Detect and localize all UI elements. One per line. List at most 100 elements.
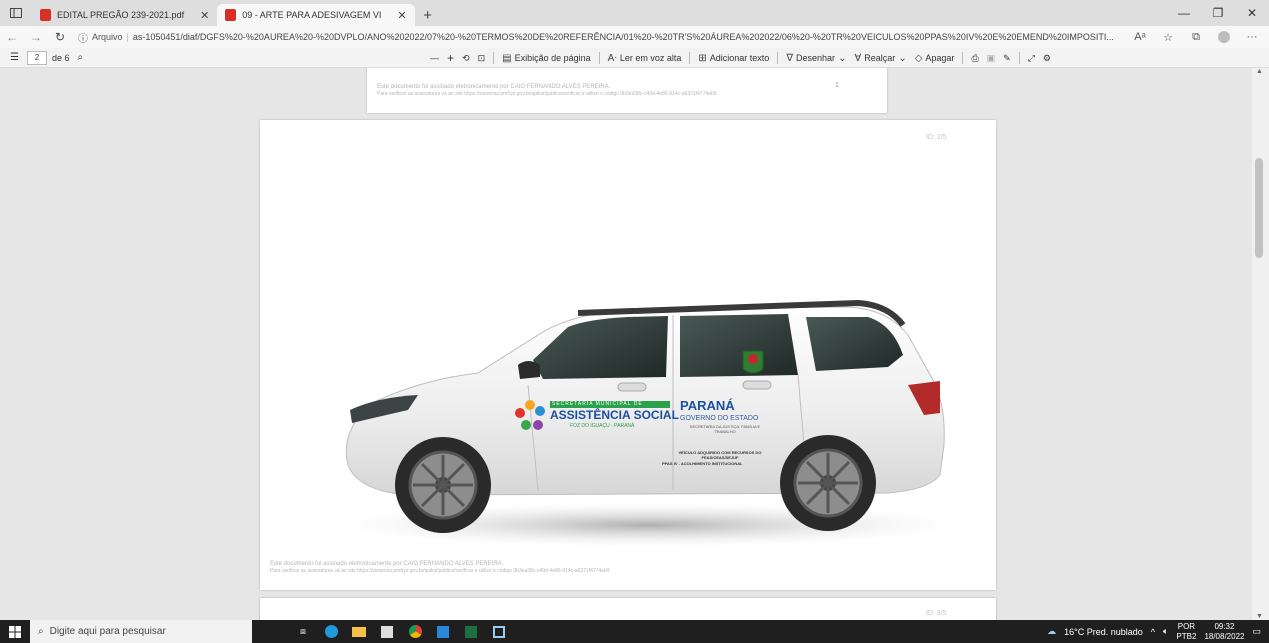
new-tab-button[interactable]: + [415, 4, 441, 26]
address-bar-row: ← → ↻ ⓘ Arquivo | as-1050451/diaf/DGFS%2… [0, 26, 1269, 48]
parana-coat-of-arms-icon [742, 350, 764, 374]
notifications-icon[interactable]: ▭ [1252, 626, 1261, 637]
windows-logo-icon [9, 625, 21, 638]
pdf-icon [40, 9, 51, 21]
read-aloud-label: Ler em voz alta [619, 53, 682, 63]
read-aloud-icon: Aᐧ [607, 52, 617, 64]
chrome-icon[interactable] [404, 620, 426, 643]
scrollbar-thumb[interactable] [1255, 158, 1263, 258]
vehicle-program-note: PPAS IV - ACOLHIMENTO INSTITUCIONAL [662, 461, 743, 466]
erase-button[interactable]: ◇ Apagar [915, 53, 955, 64]
zoom-in-button[interactable]: + [447, 51, 454, 65]
address-bar[interactable]: ⓘ Arquivo | as-1050451/diaf/DGFS%20-%20A… [72, 28, 1127, 46]
clock-date: 18/08/2022 [1204, 631, 1245, 641]
signature-verify: Para verificar as assinaturas vá ao site… [270, 568, 610, 574]
fullscreen-icon[interactable]: ⤢ [1028, 53, 1035, 64]
store-icon[interactable] [376, 620, 398, 643]
show-hidden-icons[interactable]: ^ [1151, 627, 1155, 637]
signature-line: Este documento foi assinado eletronicame… [377, 84, 611, 90]
draw-label: Desenhar [796, 53, 836, 63]
file-explorer-icon[interactable] [348, 620, 370, 643]
lang-primary: POR [1177, 621, 1196, 631]
tab-actions-icon [10, 8, 22, 18]
tab-title: EDITAL PREGÃO 239-2021.pdf [57, 10, 185, 20]
read-aloud-button[interactable]: Aᐧ Ler em voz alta [608, 53, 682, 64]
app-icon-window[interactable] [488, 620, 510, 643]
erase-label: Apagar [925, 53, 955, 63]
back-button[interactable]: ← [0, 26, 24, 48]
page-id: ID: 2/5 [926, 134, 947, 141]
vehicle-funding-note: VEÍCULO ADQUIRIDO COM RECURSOS DO FEAS/C… [678, 450, 762, 460]
close-tab-icon[interactable]: ✕ [397, 9, 406, 22]
save-icon[interactable]: ▣ [987, 53, 996, 64]
signature-verify: Para verificar as assinaturas vá ao site… [377, 91, 717, 97]
close-window-button[interactable]: ✕ [1235, 0, 1269, 26]
page-id: ID: 3/5 [926, 610, 947, 617]
task-view-icon[interactable]: ⧈ [292, 620, 314, 643]
zoom-out-button[interactable]: — [430, 53, 439, 63]
draw-icon: ∇ [786, 52, 794, 64]
clock-time: 09:32 [1214, 621, 1235, 631]
parana-gov: GOVERNO DO ESTADO [680, 415, 759, 422]
save-as-icon[interactable]: ✎ [1003, 53, 1011, 64]
parana-secretaria: SECRETARIA DA JUSTIÇA, FAMÍLIA E TRABALH… [689, 424, 761, 434]
highlight-label: Realçar [864, 53, 896, 63]
volume-icon[interactable]: 🔈︎ [1163, 626, 1168, 637]
scroll-up-icon[interactable]: ▲ [1256, 68, 1263, 75]
edge-browser-icon[interactable] [320, 620, 342, 643]
app-icon-blue[interactable] [432, 620, 454, 643]
print-icon[interactable]: ⎙ [971, 53, 978, 64]
more-menu-icon[interactable]: ··· [1239, 26, 1265, 48]
tab-edital[interactable]: EDITAL PREGÃO 239-2021.pdf ✕ [32, 4, 217, 26]
draw-button[interactable]: ∇ Desenhar ⌄ [786, 53, 846, 64]
highlight-button[interactable]: ∀ Realçar ⌄ [854, 53, 906, 64]
fit-page-icon[interactable]: ⊡ [478, 53, 486, 64]
page-previous: Este documento foi assinado eletronicame… [367, 68, 887, 113]
close-tab-icon[interactable]: ✕ [200, 9, 209, 22]
forward-button[interactable]: → [24, 26, 48, 48]
windows-taskbar: ⌕ Digite aqui para pesquisar ⧈ ☁ 16°C Pr… [0, 620, 1269, 643]
start-button[interactable] [0, 620, 30, 643]
tab-actions-button[interactable] [0, 0, 32, 26]
settings-gear-icon[interactable]: ⚙ [1043, 53, 1051, 64]
pdf-viewer[interactable]: Este documento foi assinado eletronicame… [0, 68, 1252, 620]
page-next: ID: 3/5 [260, 598, 996, 620]
favorite-icon[interactable]: ☆ [1155, 26, 1181, 48]
collections-icon[interactable]: ⧉ [1183, 26, 1209, 48]
weather-icon: ☁ [1047, 626, 1057, 636]
add-text-label: Adicionar texto [709, 53, 770, 63]
text-icon: ⊞ [698, 52, 707, 64]
refresh-button[interactable]: ↻ [48, 26, 72, 48]
parana-title: PARANÁ [680, 398, 735, 413]
page-total: de 6 [51, 52, 70, 63]
tab-title: 09 - ARTE PARA ADESIVAGEM VI [242, 10, 382, 20]
rotate-icon[interactable]: ⟲ [462, 53, 470, 64]
tab-bar: EDITAL PREGÃO 239-2021.pdf ✕ 09 - ARTE P… [0, 0, 1269, 26]
security-label: Arquivo [92, 32, 123, 42]
signature-line: Este documento foi assinado eletronicame… [270, 561, 504, 567]
assistencia-line1: SECRETARIA MUNICIPAL DE [552, 401, 643, 407]
search-icon[interactable]: ⌕ [78, 52, 84, 63]
tab-arte[interactable]: 09 - ARTE PARA ADESIVAGEM VI ✕ [217, 4, 415, 26]
eraser-icon: ◇ [914, 52, 923, 64]
page-view-button[interactable]: ▤ Exibição de página [502, 53, 591, 64]
profile-avatar[interactable] [1211, 26, 1237, 48]
page-number-input[interactable]: 2 [26, 50, 47, 65]
clock[interactable]: 09:32 18/08/2022 [1204, 622, 1244, 642]
minimize-button[interactable]: — [1167, 0, 1201, 26]
page-view-icon: ▤ [502, 52, 512, 64]
pdf-toolbar: ☰ 2 de 6 ⌕ — + ⟲ ⊡ ▤ Exibição de página A… [0, 48, 1269, 68]
info-icon: ⓘ [78, 33, 88, 45]
scroll-down-icon[interactable]: ▼ [1256, 613, 1263, 620]
excel-icon[interactable] [460, 620, 482, 643]
restore-button[interactable]: ❐ [1201, 0, 1235, 26]
taskbar-search-input[interactable]: ⌕ Digite aqui para pesquisar [30, 620, 252, 643]
contents-icon[interactable]: ☰ [10, 52, 19, 63]
language-indicator[interactable]: POR PTB2 [1176, 622, 1196, 642]
add-text-button[interactable]: ⊞ Adicionar texto [698, 53, 769, 64]
weather-text[interactable]: 16°C Pred. nublado [1064, 627, 1143, 637]
search-icon: ⌕ [38, 626, 44, 637]
read-mode-icon[interactable]: Aᵃ [1127, 26, 1153, 48]
vertical-scrollbar[interactable]: ▲ ▼ [1252, 68, 1269, 620]
page-number: 1 [835, 82, 839, 89]
